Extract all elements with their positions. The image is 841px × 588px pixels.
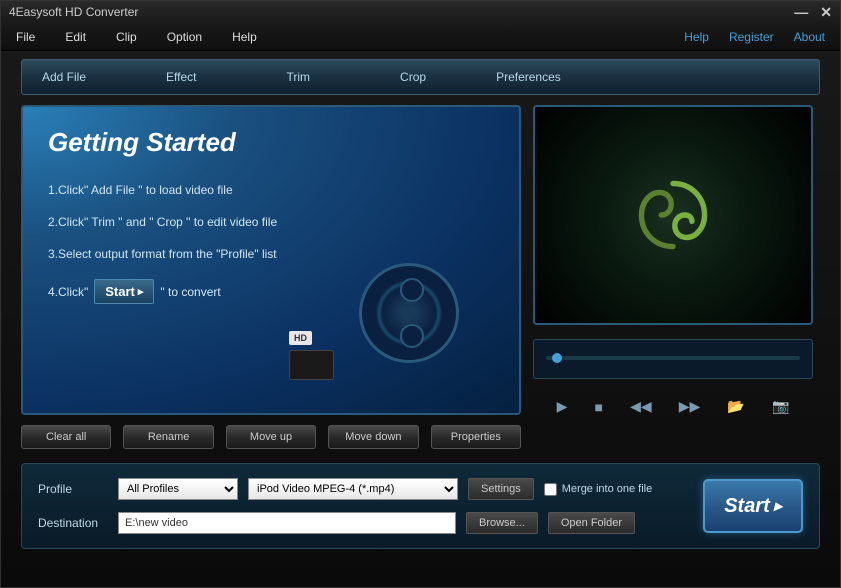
properties-button[interactable]: Properties (431, 425, 521, 449)
stop-icon[interactable]: ■ (594, 399, 602, 415)
main-panel: Getting Started 1.Click" Add File " to l… (21, 105, 521, 449)
destination-row: Destination Browse... Open Folder (38, 512, 683, 534)
settings-column: Profile All Profiles iPod Video MPEG-4 (… (38, 478, 683, 534)
getting-started-panel: Getting Started 1.Click" Add File " to l… (21, 105, 521, 415)
menu-clip[interactable]: Clip (116, 30, 137, 44)
profile-filter-dropdown[interactable]: All Profiles (118, 478, 238, 500)
forward-icon[interactable]: ▶▶ (679, 398, 701, 415)
progress-thumb[interactable] (552, 353, 562, 363)
video-preview (533, 105, 813, 325)
hd-label: HD (289, 331, 312, 345)
toolbar-preferences[interactable]: Preferences (496, 70, 561, 84)
content-area: Getting Started 1.Click" Add File " to l… (1, 95, 840, 449)
browse-button[interactable]: Browse... (466, 512, 538, 534)
merge-text: Merge into one file (562, 483, 653, 495)
merge-checkbox[interactable] (544, 483, 557, 496)
profile-label: Profile (38, 482, 108, 496)
move-down-button[interactable]: Move down (328, 425, 418, 449)
menu-right: Help Register About (684, 30, 825, 44)
destination-input[interactable] (118, 512, 456, 534)
hd-camera-graphic: HD (289, 328, 349, 383)
open-icon[interactable]: 📂 (727, 398, 744, 415)
step-3: 3.Select output format from the "Profile… (48, 247, 494, 261)
menu-file[interactable]: File (16, 30, 35, 44)
play-icon[interactable]: ▶ (557, 398, 568, 415)
camera-icon (289, 350, 334, 380)
destination-label: Destination (38, 516, 108, 530)
merge-checkbox-label[interactable]: Merge into one file (544, 483, 653, 496)
step-4-prefix: 4.Click" (48, 285, 88, 299)
minimize-icon[interactable]: — (794, 4, 808, 21)
progress-slider-area (533, 339, 813, 379)
menubar: File Edit Clip Option Help Help Register… (1, 23, 840, 51)
logo-icon (628, 170, 718, 260)
settings-button[interactable]: Settings (468, 478, 534, 500)
profile-format-dropdown[interactable]: iPod Video MPEG-4 (*.mp4) (248, 478, 458, 500)
step-4-suffix: " to convert (160, 285, 220, 299)
link-help[interactable]: Help (684, 30, 709, 44)
open-folder-button[interactable]: Open Folder (548, 512, 635, 534)
move-up-button[interactable]: Move up (226, 425, 316, 449)
titlebar: 4Easysoft HD Converter — ✕ (1, 1, 840, 23)
step-2: 2.Click" Trim " and " Crop " to edit vid… (48, 215, 494, 229)
bottom-settings: Profile All Profiles iPod Video MPEG-4 (… (21, 463, 820, 549)
getting-started-title: Getting Started (48, 127, 494, 158)
menu-edit[interactable]: Edit (65, 30, 86, 44)
profile-row: Profile All Profiles iPod Video MPEG-4 (… (38, 478, 683, 500)
toolbar: Add File Effect Trim Crop Preferences (21, 59, 820, 95)
app-window: 4Easysoft HD Converter — ✕ File Edit Cli… (0, 0, 841, 588)
toolbar-effect[interactable]: Effect (166, 70, 196, 84)
menu-left: File Edit Clip Option Help (16, 30, 257, 44)
start-button-inline[interactable]: Start (94, 279, 154, 304)
window-title: 4Easysoft HD Converter (9, 5, 138, 19)
start-button[interactable]: Start (703, 479, 803, 533)
progress-slider[interactable] (546, 356, 800, 360)
file-action-buttons: Clear all Rename Move up Move down Prope… (21, 425, 521, 449)
film-reel-graphic (359, 263, 489, 393)
close-icon[interactable]: ✕ (820, 4, 832, 21)
rename-button[interactable]: Rename (123, 425, 213, 449)
toolbar-trim[interactable]: Trim (287, 70, 311, 84)
clear-all-button[interactable]: Clear all (21, 425, 111, 449)
preview-panel: ▶ ■ ◀◀ ▶▶ 📂 📷 (533, 105, 813, 449)
link-about[interactable]: About (794, 30, 825, 44)
window-controls: — ✕ (794, 4, 832, 21)
step-1: 1.Click" Add File " to load video file (48, 183, 494, 197)
link-register[interactable]: Register (729, 30, 774, 44)
menu-option[interactable]: Option (167, 30, 202, 44)
player-controls: ▶ ■ ◀◀ ▶▶ 📂 📷 (533, 393, 813, 420)
reel-disc-icon (359, 263, 459, 363)
menu-help[interactable]: Help (232, 30, 257, 44)
toolbar-crop[interactable]: Crop (400, 70, 426, 84)
rewind-icon[interactable]: ◀◀ (630, 398, 652, 415)
snapshot-icon[interactable]: 📷 (772, 398, 789, 415)
toolbar-add-file[interactable]: Add File (42, 70, 86, 84)
